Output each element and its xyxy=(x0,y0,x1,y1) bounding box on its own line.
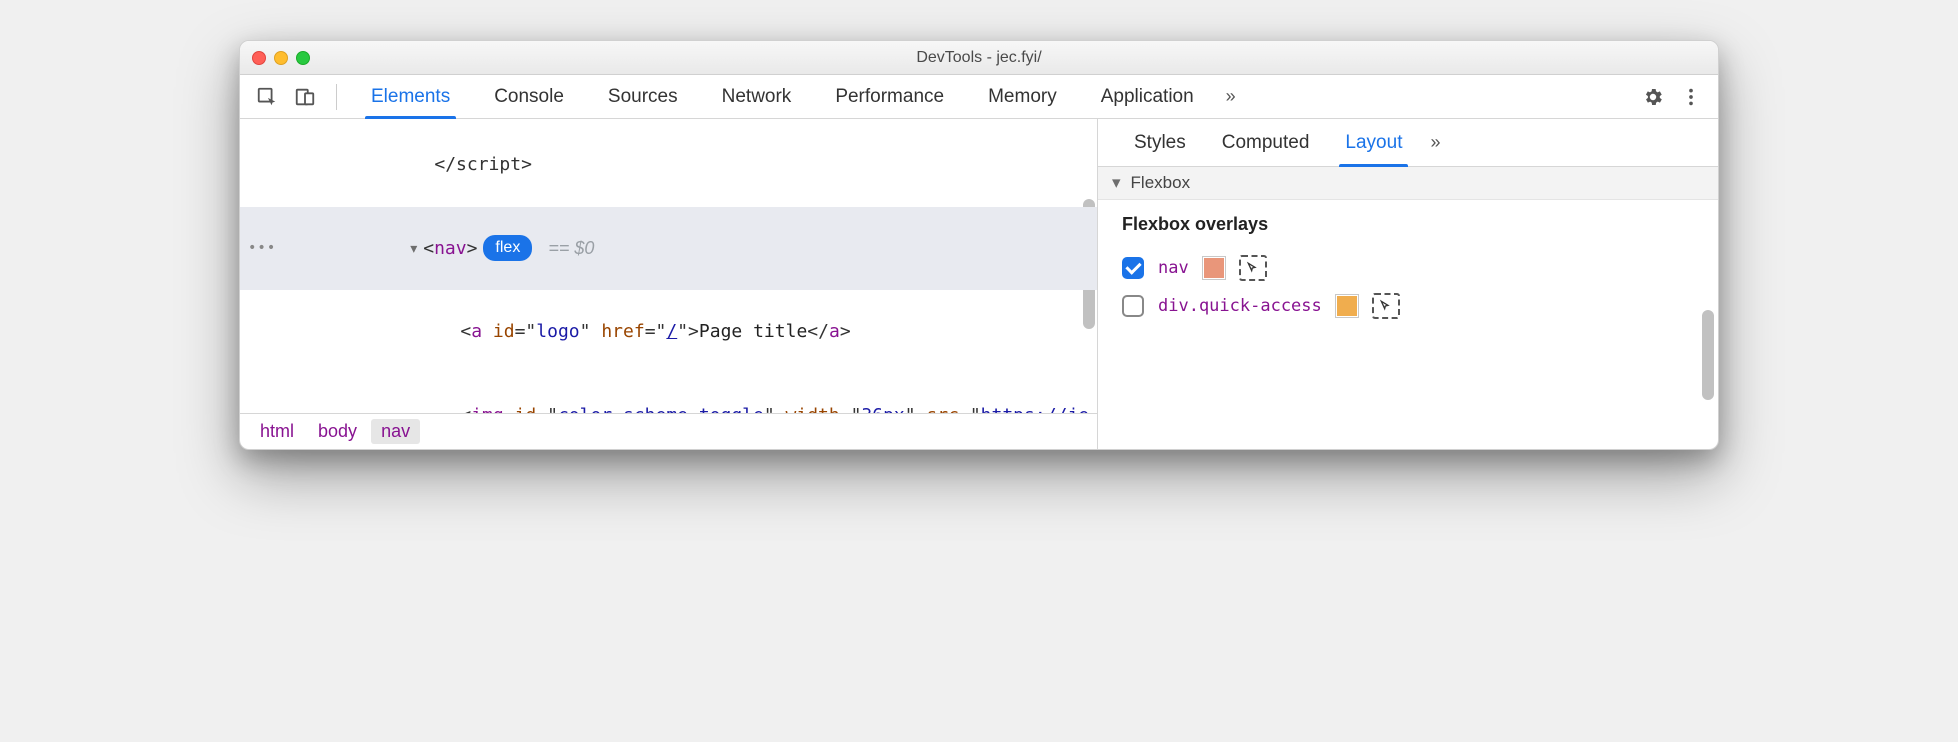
flexbox-section-body: Flexbox overlays nav div.quick-access xyxy=(1098,200,1718,449)
workspace: </script> <nav>flex== $0 <a id="logo" hr… xyxy=(240,119,1718,449)
crumb-body[interactable]: body xyxy=(308,419,367,444)
scrollbar-thumb[interactable] xyxy=(1702,310,1714,400)
tab-network[interactable]: Network xyxy=(702,75,812,118)
titlebar: DevTools - jec.fyi/ xyxy=(240,41,1718,75)
dom-node-nav[interactable]: <nav>flex== $0 xyxy=(240,207,1097,291)
tab-performance[interactable]: Performance xyxy=(815,75,964,118)
expand-caret-icon[interactable] xyxy=(408,238,419,259)
flexbox-section-header[interactable]: Flexbox xyxy=(1098,167,1718,200)
styles-sidebar: Styles Computed Layout » Flexbox Flexbox… xyxy=(1098,119,1718,449)
dom-node-script-close[interactable]: </script> xyxy=(240,123,1097,207)
crumb-nav[interactable]: nav xyxy=(371,419,420,444)
overlay-highlight-icon[interactable] xyxy=(1372,293,1400,319)
section-title: Flexbox xyxy=(1131,173,1191,193)
window-zoom-button[interactable] xyxy=(296,51,310,65)
main-tab-strip: Elements Console Sources Network Perform… xyxy=(240,75,1718,119)
sidebar-tab-computed[interactable]: Computed xyxy=(1206,119,1326,166)
flex-badge[interactable]: flex xyxy=(483,235,532,262)
sidebar-tab-strip: Styles Computed Layout » xyxy=(1098,119,1718,167)
kebab-menu-icon[interactable] xyxy=(1674,80,1708,114)
overlay-checkbox[interactable] xyxy=(1122,257,1144,279)
overlay-checkbox[interactable] xyxy=(1122,295,1144,317)
inspect-element-icon[interactable] xyxy=(250,80,284,114)
tabs-overflow-button[interactable]: » xyxy=(1218,86,1244,107)
elements-panel: </script> <nav>flex== $0 <a id="logo" hr… xyxy=(240,119,1098,449)
crumb-html[interactable]: html xyxy=(250,419,304,444)
flexbox-overlays-title: Flexbox overlays xyxy=(1122,214,1694,235)
tab-elements[interactable]: Elements xyxy=(351,75,470,118)
sidebar-tabs-overflow[interactable]: » xyxy=(1422,132,1448,153)
selected-node-marker: == $0 xyxy=(548,238,594,258)
sidebar-tab-layout[interactable]: Layout xyxy=(1329,119,1418,166)
overlay-highlight-icon[interactable] xyxy=(1239,255,1267,281)
overlay-row-quick-access: div.quick-access xyxy=(1122,287,1694,325)
tab-memory[interactable]: Memory xyxy=(968,75,1077,118)
dom-node-anchor[interactable]: <a id="logo" href="/">Page title</a> xyxy=(240,290,1097,374)
window-minimize-button[interactable] xyxy=(274,51,288,65)
overlay-color-swatch[interactable] xyxy=(1203,257,1225,279)
overlay-color-swatch[interactable] xyxy=(1336,295,1358,317)
overlay-row-nav: nav xyxy=(1122,249,1694,287)
separator xyxy=(336,84,337,110)
section-caret-icon xyxy=(1112,173,1121,193)
dom-node-img[interactable]: <img id="color-scheme-toggle" width="36p… xyxy=(240,374,1097,413)
breadcrumb: html body nav xyxy=(240,413,1097,449)
devtools-window: DevTools - jec.fyi/ Elements Console Sou… xyxy=(239,40,1719,450)
device-toolbar-icon[interactable] xyxy=(288,80,322,114)
settings-gear-icon[interactable] xyxy=(1636,80,1670,114)
tab-application[interactable]: Application xyxy=(1081,75,1214,118)
window-close-button[interactable] xyxy=(252,51,266,65)
sidebar-tab-styles[interactable]: Styles xyxy=(1118,119,1202,166)
tab-sources[interactable]: Sources xyxy=(588,75,698,118)
tab-console[interactable]: Console xyxy=(474,75,584,118)
dom-tree[interactable]: </script> <nav>flex== $0 <a id="logo" hr… xyxy=(240,119,1097,413)
traffic-lights xyxy=(252,51,310,65)
window-title: DevTools - jec.fyi/ xyxy=(252,49,1706,67)
overlay-element-name[interactable]: nav xyxy=(1158,258,1189,278)
overlay-element-name[interactable]: div.quick-access xyxy=(1158,296,1322,316)
